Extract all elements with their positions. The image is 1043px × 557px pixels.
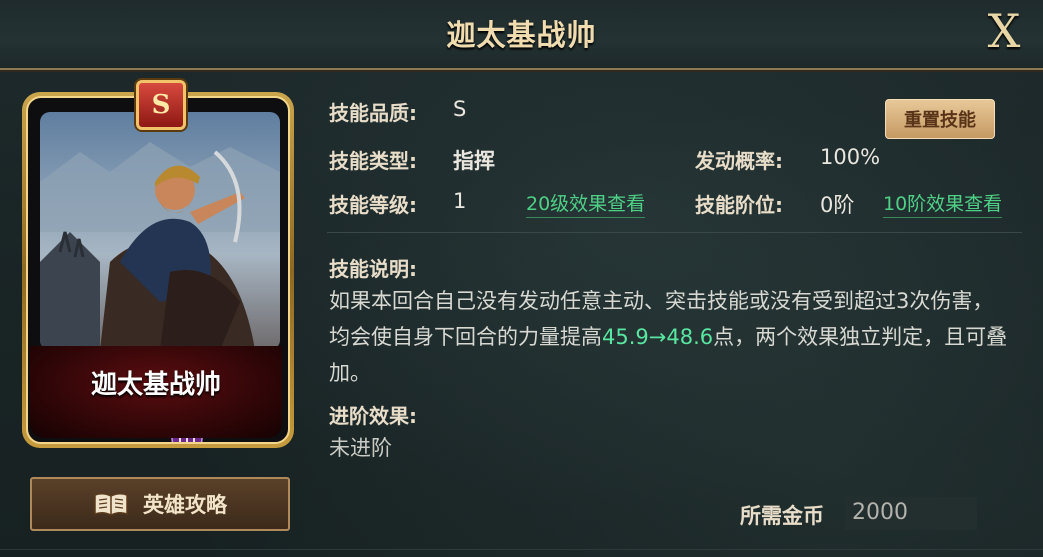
- hero-portrait: [40, 112, 280, 350]
- skill-description-label: 技能说明:: [329, 257, 417, 281]
- cost-label: 所需金币: [740, 504, 824, 528]
- skill-tier-label: 技能阶位:: [695, 193, 783, 217]
- skill-description-value: 45.9→48.6: [602, 325, 714, 349]
- advance-effect-label: 进阶效果:: [329, 404, 417, 428]
- skill-type-value: 指挥: [453, 149, 495, 173]
- level-20-effect-link[interactable]: 20级效果查看: [526, 189, 646, 218]
- trigger-chance-label: 发动概率:: [695, 149, 783, 173]
- skill-description: 如果本回合自己没有发动任意主动、突击技能或没有受到超过3次伤害，均会使自身下回合…: [329, 283, 1009, 391]
- bottom-divider: [0, 549, 1043, 550]
- reset-skill-button[interactable]: 重置技能: [885, 99, 995, 139]
- close-button[interactable]: X: [981, 8, 1027, 54]
- hero-guide-button[interactable]: 英雄攻略: [30, 477, 290, 531]
- title-bar: 迦太基战帅 X: [0, 0, 1043, 70]
- page-title: 迦太基战帅: [446, 18, 597, 52]
- skill-quality-value: S: [453, 97, 467, 121]
- book-icon: [94, 492, 128, 516]
- grade-badge: S: [136, 80, 186, 130]
- skill-type-label: 技能类型:: [329, 149, 417, 173]
- hero-card: 迦太基战帅: [22, 92, 294, 448]
- skill-tier-value: 0阶: [820, 193, 855, 217]
- skill-level-label: 技能等级:: [329, 193, 417, 217]
- advance-effect-value: 未进阶: [329, 436, 392, 460]
- divider: [327, 232, 1022, 233]
- skill-level-value: 1: [453, 189, 467, 213]
- tier-10-effect-link[interactable]: 10阶效果查看: [883, 189, 1003, 218]
- hero-guide-label: 英雄攻略: [143, 493, 227, 517]
- hero-name: 迦太基战帅: [90, 370, 221, 400]
- trigger-chance-value: 100%: [820, 145, 881, 169]
- cost-value: 2000: [852, 500, 908, 525]
- skill-quality-label: 技能品质:: [329, 101, 417, 125]
